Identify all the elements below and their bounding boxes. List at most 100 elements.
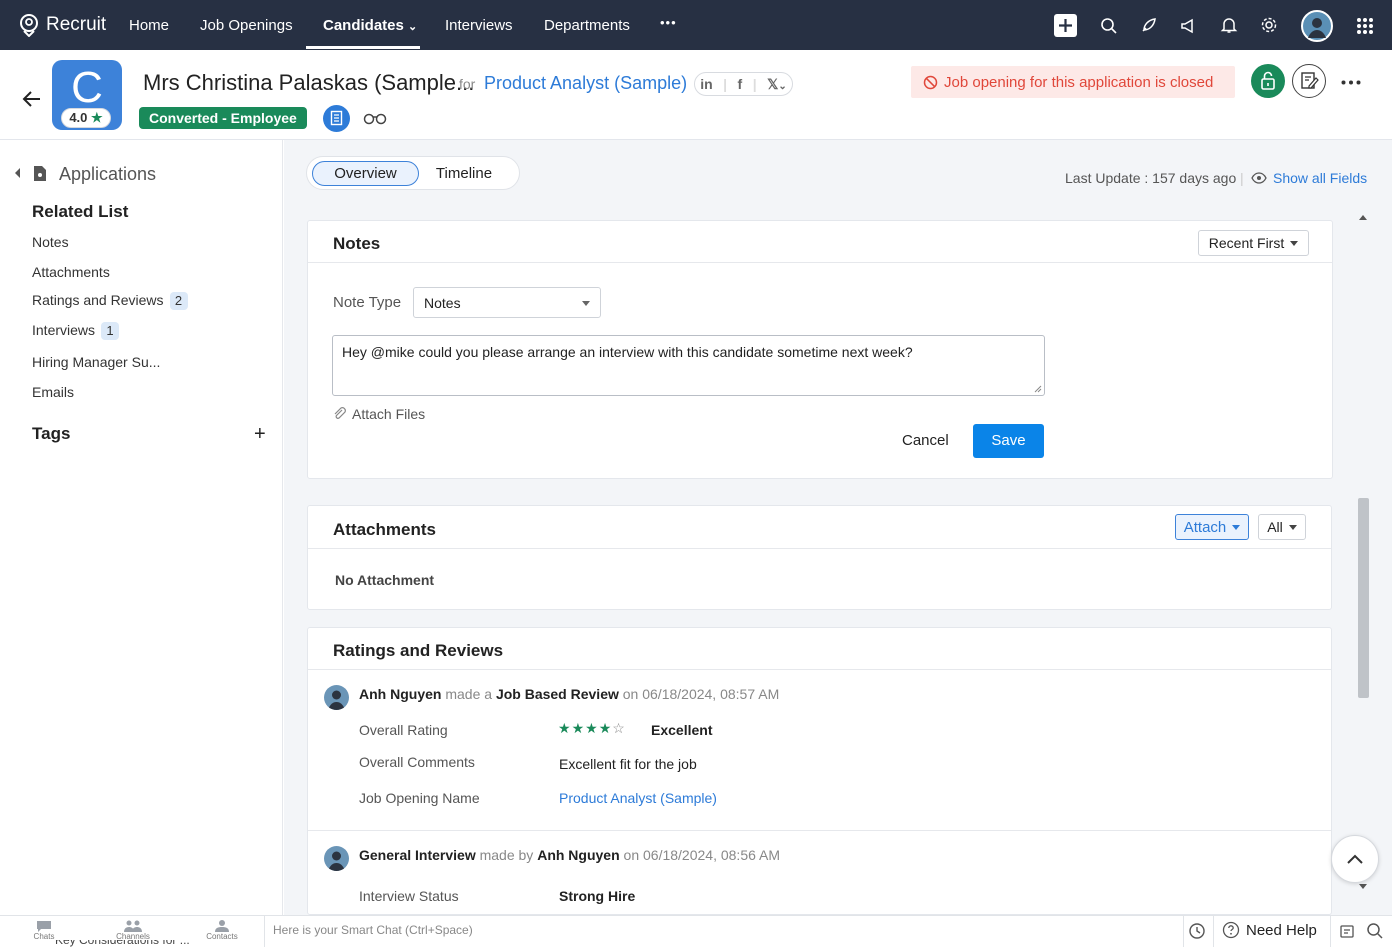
reviewer-avatar-image (328, 690, 345, 710)
nav-candidates[interactable]: Candidates ⌄ (323, 17, 417, 34)
facebook-icon[interactable]: f (738, 76, 743, 92)
nav-interviews[interactable]: Interviews (445, 17, 513, 34)
plus-icon (1059, 19, 1072, 32)
user-avatar[interactable] (1301, 10, 1333, 42)
smart-chat-input[interactable]: Here is your Smart Chat (Ctrl+Space) (273, 923, 473, 937)
linkedin-icon[interactable]: in (700, 76, 712, 92)
announcement-icon[interactable] (1180, 17, 1198, 35)
notes-sort-label: Recent First (1208, 235, 1285, 251)
add-tag-button[interactable]: + (254, 423, 266, 446)
review2-type[interactable]: General Interview (359, 847, 476, 863)
tab-timeline[interactable]: Timeline (422, 161, 506, 186)
attach-button[interactable]: Attach (1175, 514, 1249, 540)
apps-grid-icon[interactable] (1356, 17, 1374, 35)
contacts-button[interactable]: Contacts (203, 920, 241, 941)
tab-overview[interactable]: Overview (312, 161, 419, 186)
related-emails-link[interactable]: Emails (32, 384, 74, 400)
scroll-to-top-button[interactable] (1331, 835, 1379, 883)
resize-handle-icon[interactable] (1034, 385, 1042, 393)
search-icon[interactable] (1366, 922, 1384, 940)
related-ratings-link[interactable]: Ratings and Reviews 2 (32, 292, 188, 310)
notes-card: Notes Recent First Note Type Notes Hey @… (307, 220, 1333, 479)
related-list-title: Related List (32, 202, 129, 221)
binoculars-icon[interactable] (363, 111, 387, 125)
related-attachments-link[interactable]: Attachments (32, 264, 110, 280)
caret-down-icon (1288, 524, 1297, 530)
nav-home[interactable]: Home (129, 17, 169, 34)
channels-button[interactable]: Channels (114, 920, 152, 941)
applications-link[interactable]: Applications (59, 164, 156, 185)
chats-button[interactable]: Chats (30, 920, 58, 941)
collapse-left-icon[interactable] (14, 167, 22, 179)
bell-icon[interactable] (1220, 16, 1238, 34)
nav-departments[interactable]: Departments (544, 17, 630, 34)
note-type-value: Notes (424, 295, 461, 311)
interviews-count-badge: 1 (101, 322, 120, 340)
job-title-link[interactable]: Product Analyst (Sample) (484, 73, 687, 94)
recruit-logo-icon (20, 14, 38, 37)
create-new-button[interactable] (1054, 14, 1077, 37)
rocket-icon[interactable] (1140, 16, 1158, 34)
contacts-label: Contacts (206, 932, 238, 941)
scroll-down-icon[interactable] (1359, 884, 1367, 889)
history-icon[interactable] (1188, 922, 1206, 940)
show-all-fields-link[interactable]: Show all Fields (1273, 170, 1367, 186)
job-opening-name-link[interactable]: Product Analyst (Sample) (559, 790, 717, 806)
channels-icon (124, 920, 142, 932)
star-icon: ★ (91, 110, 103, 125)
related-interviews-link[interactable]: Interviews 1 (32, 322, 120, 340)
unlock-button[interactable] (1251, 64, 1285, 98)
related-notes-link[interactable]: Notes (32, 234, 69, 250)
related-hiring-manager-link[interactable]: Hiring Manager Su... (32, 354, 160, 370)
save-button[interactable]: Save (973, 424, 1044, 458)
scrollbar[interactable] (1356, 212, 1370, 894)
note-type-label: Note Type (333, 294, 402, 311)
app-logo[interactable]: Recruit (18, 13, 106, 37)
divider (1330, 916, 1331, 947)
search-icon[interactable] (1100, 17, 1118, 35)
overall-comments-label: Overall Comments (359, 754, 475, 770)
scroll-up-icon[interactable] (1359, 215, 1367, 220)
nav-candidates-label: Candidates (323, 17, 404, 34)
document-icon (330, 110, 343, 126)
review2-header: General Interview made by Anh Nguyen on … (359, 847, 780, 863)
edit-button[interactable] (1292, 64, 1326, 98)
notes-sort-dropdown[interactable]: Recent First (1198, 230, 1309, 256)
candidate-rating: 4.0 ★ (61, 108, 111, 128)
note-text: Hey @mike could you please arrange an in… (342, 344, 913, 360)
divider: | (752, 76, 757, 92)
attach-button-label: Attach (1183, 518, 1227, 536)
note-textarea[interactable]: Hey @mike could you please arrange an in… (332, 335, 1045, 396)
nav-job-openings[interactable]: Job Openings (200, 17, 293, 34)
eye-icon (1251, 172, 1267, 184)
nav-more-icon[interactable]: ••• (660, 15, 677, 30)
need-help-button[interactable]: Need Help (1222, 921, 1317, 939)
review1-type[interactable]: Job Based Review (496, 686, 619, 702)
edit-note-icon (1301, 72, 1319, 89)
x-twitter-icon[interactable]: 𝕏⌄ (767, 76, 787, 93)
related-ratings-label: Ratings and Reviews (32, 292, 164, 308)
star-empty-icon: ☆ (612, 720, 626, 736)
review2-reviewer[interactable]: Anh Nguyen (537, 847, 619, 863)
related-interviews-label: Interviews (32, 322, 96, 338)
prohibited-icon (923, 75, 938, 89)
attach-files-link[interactable]: Attach Files (333, 406, 425, 422)
notes-box-icon[interactable] (1339, 923, 1355, 939)
ratings-card: Ratings and Reviews Anh Nguyen made a Jo… (307, 627, 1332, 915)
paperclip-icon (334, 407, 346, 419)
resume-button[interactable] (323, 105, 350, 132)
back-arrow-icon[interactable] (22, 90, 42, 108)
more-options-icon[interactable] (1341, 80, 1361, 85)
scrollbar-thumb[interactable] (1358, 498, 1369, 698)
note-type-select[interactable]: Notes (413, 287, 601, 318)
cancel-button[interactable]: Cancel (902, 432, 949, 449)
review1-reviewer[interactable]: Anh Nguyen (359, 686, 441, 702)
review1-header: Anh Nguyen made a Job Based Review on 06… (359, 686, 779, 702)
chat-bubble-icon (37, 921, 51, 932)
overall-rating-label: Overall Rating (359, 722, 448, 738)
status-badge: Converted - Employee (139, 107, 307, 129)
caret-down-icon (1232, 524, 1241, 530)
gear-icon[interactable] (1260, 16, 1278, 34)
attachments-filter-dropdown[interactable]: All (1258, 514, 1306, 540)
divider (308, 262, 1332, 263)
